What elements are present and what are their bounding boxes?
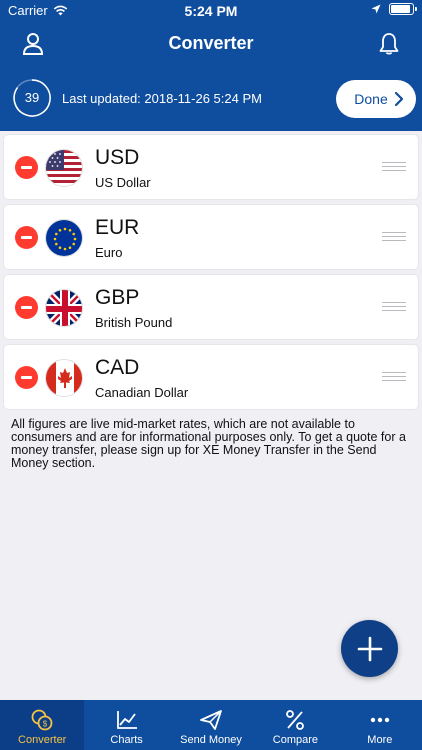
- send-icon: [199, 709, 223, 731]
- chart-icon: [115, 709, 139, 731]
- drag-handle-icon[interactable]: [382, 302, 406, 312]
- cad-flag-icon: [45, 359, 83, 397]
- status-bar: Carrier 5:24 PM: [0, 0, 422, 22]
- done-button[interactable]: Done: [336, 80, 416, 118]
- gbp-flag-icon: [45, 289, 83, 327]
- currency-list: USD US Dollar EUR Euro GBP British Pound…: [4, 135, 418, 415]
- currency-code: CAD: [95, 356, 140, 379]
- tab-label: Charts: [110, 734, 143, 746]
- update-row: 39 Last updated: 2018-11-26 5:24 PM Done: [0, 76, 422, 122]
- currency-name: US Dollar: [95, 175, 151, 190]
- tab-more[interactable]: More: [338, 700, 422, 750]
- currency-code: EUR: [95, 216, 140, 239]
- chevron-right-icon: [394, 91, 403, 107]
- status-time: 5:24 PM: [184, 3, 238, 19]
- drag-handle-icon[interactable]: [382, 372, 406, 382]
- tab-label: Converter: [18, 734, 67, 746]
- remove-button[interactable]: [15, 296, 38, 319]
- tab-charts[interactable]: Charts: [84, 700, 168, 750]
- page-title: Converter: [168, 33, 254, 53]
- currency-name: Canadian Dollar: [95, 385, 189, 400]
- tab-compare[interactable]: Compare: [253, 700, 337, 750]
- remove-button[interactable]: [15, 366, 38, 389]
- disclaimer-text: All figures are live mid-market rates, w…: [11, 417, 406, 470]
- drag-handle-icon[interactable]: [382, 232, 406, 242]
- add-currency-button[interactable]: [341, 620, 398, 677]
- tab-label: Send Money: [180, 734, 242, 746]
- currency-row-cad[interactable]: CAD Canadian Dollar: [4, 345, 418, 409]
- currency-row-usd[interactable]: USD US Dollar: [4, 135, 418, 199]
- currency-row-gbp[interactable]: GBP British Pound: [4, 275, 418, 339]
- tab-label: More: [367, 734, 393, 746]
- battery-icon: [389, 3, 417, 15]
- currency-code: USD: [95, 146, 140, 169]
- remove-button[interactable]: [15, 226, 38, 249]
- done-label: Done: [354, 91, 388, 107]
- svg-text:$: $: [43, 720, 48, 729]
- tab-label: Compare: [272, 734, 319, 746]
- drag-handle-icon[interactable]: [382, 162, 406, 172]
- tab-send-money[interactable]: Send Money: [169, 700, 253, 750]
- last-updated-text: Last updated: 2018-11-26 5:24 PM: [62, 91, 262, 106]
- countdown-value: 39: [24, 90, 40, 105]
- currency-name: Euro: [95, 245, 123, 260]
- header: Carrier 5:24 PM Converter 39 Last update…: [0, 0, 422, 131]
- currency-name: British Pound: [95, 315, 173, 330]
- tab-bar: $ Converter Charts Send Money Compare Mo…: [0, 700, 422, 750]
- currency-row-eur[interactable]: EUR Euro: [4, 205, 418, 269]
- usd-flag-icon: [45, 149, 83, 187]
- eur-flag-icon: [45, 219, 83, 257]
- percent-icon: [283, 709, 307, 731]
- tab-converter[interactable]: $ Converter: [0, 700, 85, 750]
- plus-icon: [357, 636, 382, 661]
- remove-button[interactable]: [15, 156, 38, 179]
- location-icon: [371, 4, 381, 14]
- coins-icon: $: [30, 709, 54, 731]
- more-icon: [368, 709, 392, 731]
- bell-icon[interactable]: [375, 30, 403, 58]
- currency-code: GBP: [95, 286, 140, 309]
